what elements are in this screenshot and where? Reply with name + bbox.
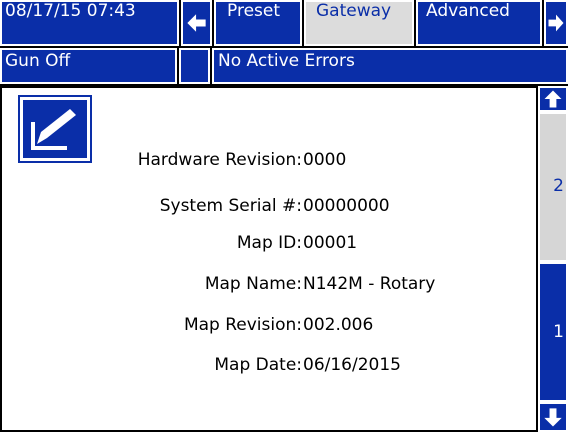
gun-status: Gun Off xyxy=(0,48,177,84)
scroll-up-button[interactable] xyxy=(538,86,568,112)
field-value: 00001 xyxy=(303,233,358,253)
field-value: 00000000 xyxy=(303,196,390,216)
nav-right-button[interactable] xyxy=(544,0,568,46)
page-number: 1 xyxy=(553,322,564,342)
page-1-button[interactable]: 1 xyxy=(538,262,568,402)
field-map-date: Map Date: 06/16/2015 xyxy=(0,355,568,375)
arrow-down-icon xyxy=(544,408,562,427)
field-map-name: Map Name: N142M - Rotary xyxy=(0,274,568,294)
arrow-right-icon xyxy=(548,14,564,32)
status-indicator xyxy=(179,48,210,84)
field-label: Map ID: xyxy=(236,233,302,253)
field-label: System Serial #: xyxy=(159,196,302,216)
tab-advanced[interactable]: Advanced xyxy=(416,0,542,46)
arrow-left-icon xyxy=(187,14,206,32)
field-value: N142M - Rotary xyxy=(303,274,436,294)
scroll-down-button[interactable] xyxy=(538,402,568,432)
page-2-button[interactable]: 2 xyxy=(538,112,568,262)
field-value: 002.006 xyxy=(303,315,374,335)
nav-left-button[interactable] xyxy=(181,0,212,46)
error-status: No Active Errors xyxy=(212,48,568,84)
field-map-revision: Map Revision: 002.006 xyxy=(0,315,568,335)
page-number: 2 xyxy=(553,176,564,196)
tab-preset[interactable]: Preset xyxy=(214,0,302,46)
field-label: Map Name: xyxy=(204,274,302,294)
arrow-up-icon xyxy=(544,90,562,108)
field-label: Map Date: xyxy=(214,355,302,375)
field-map-id: Map ID: 00001 xyxy=(0,233,568,253)
field-value: 0000 xyxy=(303,150,347,170)
field-system-serial: System Serial #: 00000000 xyxy=(0,196,568,216)
field-hardware-revision: Hardware Revision: 0000 xyxy=(0,150,568,170)
field-value: 06/16/2015 xyxy=(303,355,401,375)
datetime-display: 08/17/15 07:43 xyxy=(0,0,179,46)
field-label: Hardware Revision: xyxy=(137,150,302,170)
tab-gateway[interactable]: Gateway xyxy=(304,0,414,46)
field-label: Map Revision: xyxy=(183,315,302,335)
